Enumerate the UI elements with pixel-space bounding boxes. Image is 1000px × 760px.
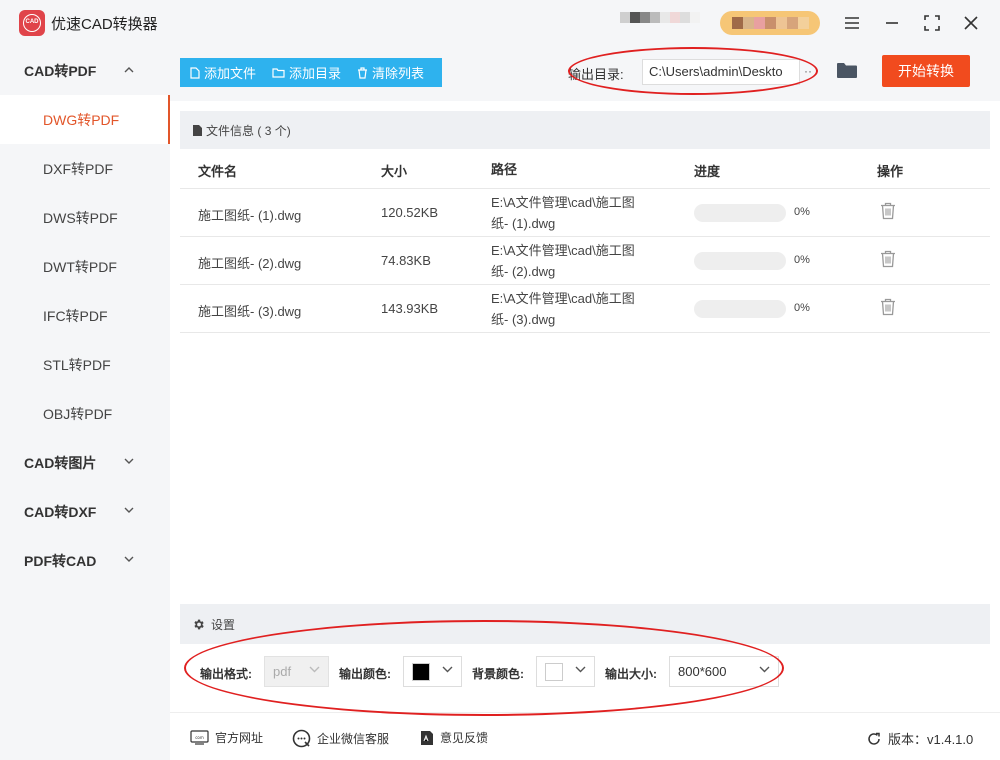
output-size-select[interactable]: 800*600 (669, 656, 779, 687)
output-color-select[interactable] (403, 656, 462, 687)
sidebar-item-obj-to-pdf[interactable]: OBJ转PDF (0, 389, 170, 438)
background-color-select[interactable] (536, 656, 595, 687)
version-info[interactable]: 版本：v1.4.1.0 (866, 729, 973, 748)
user-account-badge[interactable] (720, 11, 820, 35)
maximize-icon[interactable] (920, 11, 944, 35)
chevron-down-icon (442, 666, 453, 673)
sidebar-item-dwt-to-pdf[interactable]: DWT转PDF (0, 242, 170, 291)
settings-header: 设置 (180, 604, 990, 644)
file-name: 施工图纸- (1).dwg (198, 208, 302, 223)
close-icon[interactable] (959, 11, 983, 35)
file-path: E:\A文件管理\cad\施工图 纸- (1).dwg (491, 195, 635, 231)
start-convert-button[interactable]: 开始转换 (882, 55, 970, 87)
sidebar-item-dws-to-pdf[interactable]: DWS转PDF (0, 193, 170, 242)
chevron-down-icon (759, 666, 770, 673)
delete-trash-icon[interactable] (880, 202, 896, 223)
nav-group-cad-to-pdf[interactable]: CAD转PDF (0, 46, 170, 95)
sidebar: CAD转PDF DWG转PDF DXF转PDF DWS转PDF DWT转PDF … (0, 46, 170, 760)
file-list-panel: 文件信息 ( 3 个) 文件名 大小 路径 进度 操作 施工图纸- (1).dw… (180, 111, 990, 600)
app-title: 优速CAD转换器 (51, 15, 158, 33)
minimize-icon[interactable] (880, 11, 904, 35)
chevron-down-icon (309, 666, 320, 673)
progress-text: 0% (794, 254, 810, 266)
file-name: 施工图纸- (2).dwg (198, 256, 302, 271)
app-logo-icon: CAD (19, 10, 45, 36)
title-bar: CAD 优速CAD转换器 (0, 0, 1000, 46)
trash-icon (358, 66, 368, 79)
output-directory-input[interactable]: C:\Users\admin\Deskto (642, 59, 800, 85)
add-directory-button[interactable]: 添加目录 (262, 58, 347, 87)
folder-icon (272, 68, 285, 78)
progress-bar (694, 252, 786, 270)
output-size-label: 输出大小: (605, 667, 657, 681)
table-header: 文件名 大小 路径 进度 操作 (180, 149, 990, 189)
file-path: E:\A文件管理\cad\施工图 纸- (3).dwg (491, 291, 635, 327)
background-color-swatch (545, 662, 563, 681)
progress-bar (694, 300, 786, 318)
file-icon (190, 66, 200, 79)
output-directory-more[interactable]: ·· (804, 64, 812, 78)
sidebar-item-dwg-to-pdf[interactable]: DWG转PDF (0, 95, 170, 144)
table-row[interactable]: 施工图纸- (3).dwg 143.93KB E:\A文件管理\cad\施工图 纸- … (180, 285, 990, 333)
background-color-label: 背景颜色: (472, 667, 524, 681)
feedback-icon (421, 730, 433, 745)
nav-group-cad-to-image[interactable]: CAD转图片 (0, 438, 170, 487)
output-format-label: 输出格式: (200, 667, 252, 681)
column-header-size: 大小 (381, 164, 408, 179)
output-directory-label: 输出目录: (568, 67, 624, 82)
clear-list-button[interactable]: 清除列表 (347, 58, 430, 87)
column-header-progress: 进度 (694, 164, 721, 179)
chat-icon (292, 729, 311, 748)
user-avatar[interactable] (620, 12, 700, 34)
progress-text: 0% (794, 302, 810, 314)
output-color-label: 输出颜色: (339, 667, 391, 681)
sidebar-item-stl-to-pdf[interactable]: STL转PDF (0, 340, 170, 389)
column-header-filename: 文件名 (198, 164, 238, 179)
wechat-support-link[interactable]: 企业微信客服 (292, 729, 389, 748)
output-color-swatch (412, 662, 430, 681)
nav-group-pdf-to-cad[interactable]: PDF转CAD (0, 536, 170, 585)
file-name: 施工图纸- (3).dwg (198, 304, 302, 319)
delete-trash-icon[interactable] (880, 298, 896, 319)
file-button-group: 添加文件 添加目录 清除列表 (180, 58, 442, 87)
browse-folder-icon[interactable] (836, 61, 858, 82)
chevron-down-icon (124, 507, 134, 513)
chevron-down-icon (575, 666, 586, 673)
chevron-down-icon (124, 458, 134, 464)
official-website-link[interactable]: com 官方网址 (190, 729, 263, 746)
toolbar: 添加文件 添加目录 清除列表 输出目录: C:\Users\admin\Desk… (170, 46, 1000, 101)
svg-text:com: com (195, 735, 204, 740)
sidebar-item-ifc-to-pdf[interactable]: IFC转PDF (0, 291, 170, 340)
output-format-select[interactable]: pdf (264, 656, 329, 687)
file-size: 143.93KB (381, 301, 439, 316)
column-header-actions: 操作 (877, 164, 904, 179)
website-icon: com (190, 730, 209, 745)
nav-group-cad-to-dxf[interactable]: CAD转DXF (0, 487, 170, 536)
chevron-up-icon (124, 67, 134, 73)
gear-icon (194, 619, 204, 629)
table-row[interactable]: 施工图纸- (2).dwg 74.83KB E:\A文件管理\cad\施工图 纸- (… (180, 237, 990, 285)
file-size: 74.83KB (381, 253, 431, 268)
refresh-icon (868, 732, 880, 745)
file-info-header: 文件信息 ( 3 个) (180, 111, 990, 149)
feedback-link[interactable]: 意见反馈 (420, 729, 488, 746)
progress-bar (694, 204, 786, 222)
add-file-button[interactable]: 添加文件 (180, 58, 262, 87)
chevron-down-icon (124, 556, 134, 562)
delete-trash-icon[interactable] (880, 250, 896, 271)
file-size: 120.52KB (381, 205, 439, 220)
column-header-path: 路径 (491, 162, 518, 177)
settings-panel: 设置 输出格式: pdf 输出颜色: 背景颜色: 输出大小: 800*600 (180, 604, 990, 702)
progress-text: 0% (794, 206, 810, 218)
document-icon (193, 124, 202, 136)
file-path: E:\A文件管理\cad\施工图 纸- (2).dwg (491, 243, 635, 279)
table-row[interactable]: 施工图纸- (1).dwg 120.52KB E:\A文件管理\cad\施工图 纸- … (180, 189, 990, 237)
sidebar-item-dxf-to-pdf[interactable]: DXF转PDF (0, 144, 170, 193)
menu-icon[interactable] (840, 11, 864, 35)
footer: com 官方网址 企业微信客服 意见反馈 版本：v1.4.1.0 (170, 712, 1000, 760)
